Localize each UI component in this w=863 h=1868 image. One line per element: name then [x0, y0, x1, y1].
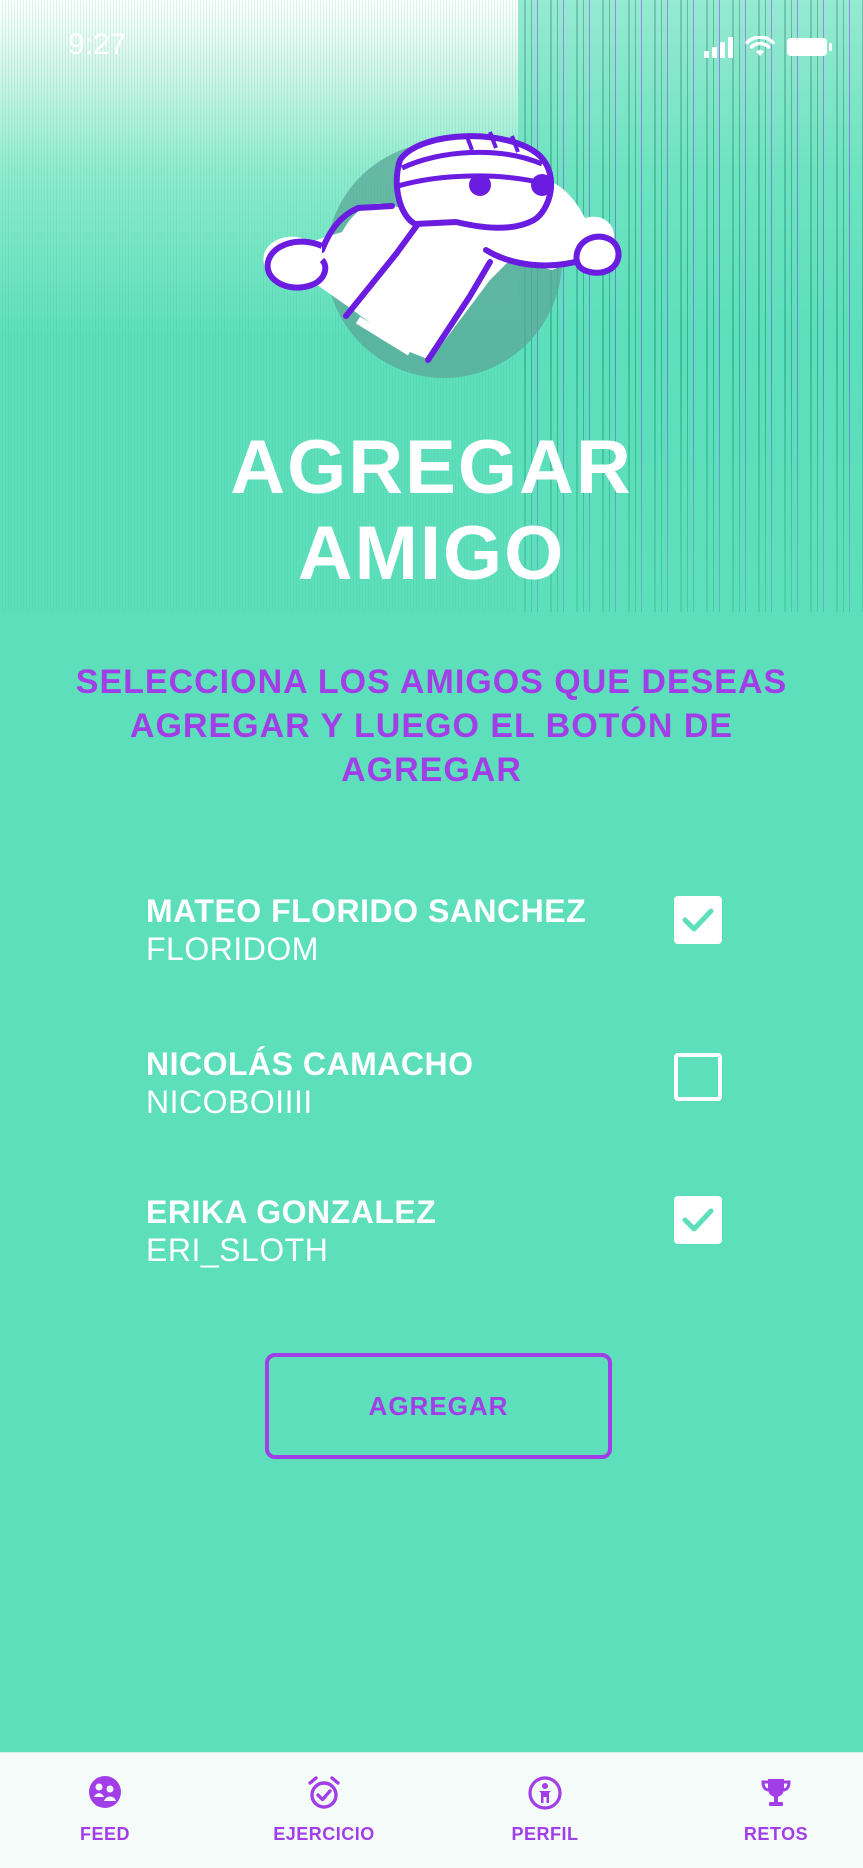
friend-select-checkbox[interactable] — [674, 1053, 722, 1101]
friend-name: NICOLÁS CAMACHO — [146, 1046, 474, 1082]
friend-name: ERIKA GONZALEZ — [146, 1194, 437, 1230]
tab-label: EJERCICIO — [273, 1824, 375, 1844]
tab-ejercicio[interactable]: EJERCICIO — [224, 1753, 424, 1868]
add-friends-button[interactable]: AGREGAR — [265, 1353, 612, 1459]
instructions-text: SELECCIONA LOS AMIGOS QUE DESEAS AGREGAR… — [75, 663, 788, 789]
status-bar: 9:27 — [0, 0, 863, 95]
status-time: 9:27 — [68, 28, 127, 61]
friend-row: NICOLÁS CAMACHO NICOBOIIII — [146, 1045, 746, 1121]
friend-username: NICOBOIIII — [146, 1084, 313, 1120]
wifi-icon — [745, 36, 775, 56]
friend-username: ERI_SLOTH — [146, 1232, 329, 1268]
alarm-check-icon — [308, 1776, 340, 1809]
feed-icon — [89, 1776, 121, 1808]
tab-retos[interactable]: RETOS — [676, 1753, 863, 1868]
friend-row: MATEO FLORIDO SANCHEZ FLORIDOM — [146, 892, 746, 968]
battery-icon — [787, 38, 832, 56]
person-icon — [528, 1776, 562, 1810]
tab-label: PERFIL — [511, 1824, 579, 1844]
friend-row: ERIKA GONZALEZ ERI_SLOTH — [146, 1193, 746, 1269]
tab-label: FEED — [79, 1824, 130, 1844]
tab-label: RETOS — [743, 1824, 809, 1844]
friend-name: MATEO FLORIDO SANCHEZ — [146, 893, 587, 929]
check-icon — [682, 908, 714, 932]
friend-username: FLORIDOM — [146, 931, 319, 967]
tab-perfil[interactable]: PERFIL — [445, 1753, 645, 1868]
bottom-tab-bar: FEED EJERCICIO PERFIL RETOS — [0, 1752, 863, 1868]
page-title-line-1: AGREGAR — [230, 425, 633, 510]
friend-select-checkbox[interactable] — [674, 896, 722, 944]
friend-select-checkbox[interactable] — [674, 1196, 722, 1244]
check-icon — [682, 1208, 714, 1232]
trophy-icon — [761, 1779, 791, 1806]
running-mascot-illustration — [263, 131, 622, 378]
tab-feed[interactable]: FEED — [5, 1753, 205, 1868]
signal-icon — [704, 36, 733, 58]
status-icons — [704, 36, 832, 58]
page-title-line-2: AMIGO — [297, 511, 566, 596]
